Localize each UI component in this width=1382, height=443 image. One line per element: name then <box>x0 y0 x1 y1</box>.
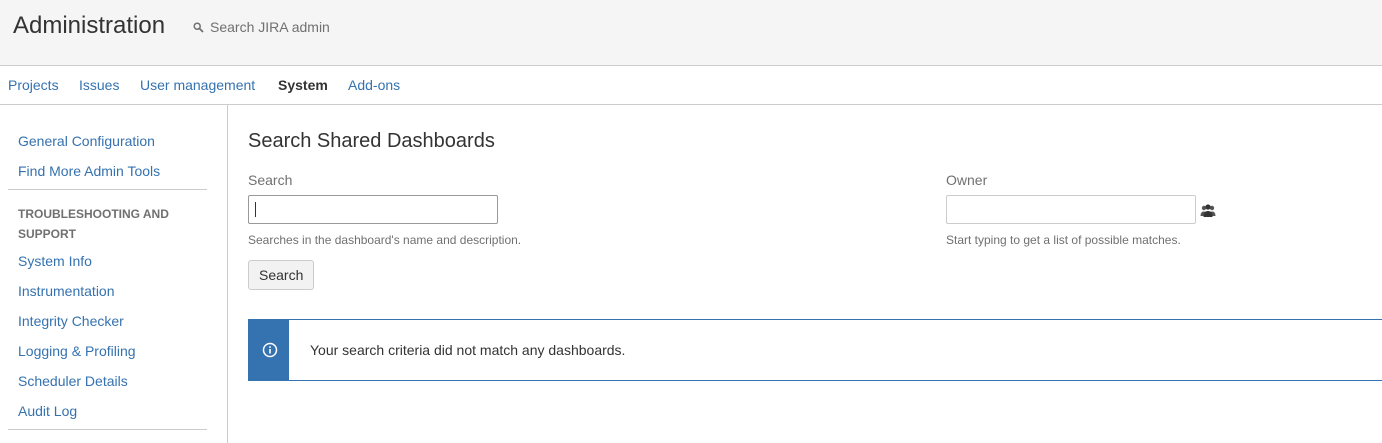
owner-input[interactable] <box>946 195 1196 224</box>
message-text: Your search criteria did not match any d… <box>310 342 626 358</box>
admin-search[interactable]: Search JIRA admin <box>193 17 330 37</box>
sidebar-item-logging-profiling[interactable]: Logging & Profiling <box>18 343 136 359</box>
sidebar-divider <box>8 429 207 430</box>
search-input[interactable] <box>248 195 498 224</box>
page-title: Search Shared Dashboards <box>248 130 495 152</box>
admin-search-placeholder: Search JIRA admin <box>210 19 330 35</box>
search-icon <box>193 21 210 33</box>
tab-add-ons[interactable]: Add-ons <box>348 77 400 93</box>
sidebar-item-audit-log[interactable]: Audit Log <box>18 403 77 419</box>
sidebar-item-find-more-admin-tools[interactable]: Find More Admin Tools <box>18 163 160 179</box>
users-icon[interactable] <box>1200 203 1216 218</box>
sidebar-item-integrity-checker[interactable]: Integrity Checker <box>18 313 124 329</box>
sidebar-section-heading: TROUBLESHOOTING AND SUPPORT <box>18 207 169 241</box>
admin-header: Administration Search JIRA admin <box>0 0 1382 66</box>
sidebar-item-instrumentation[interactable]: Instrumentation <box>18 283 115 299</box>
tab-issues[interactable]: Issues <box>79 77 119 93</box>
search-field-label: Search <box>248 172 293 188</box>
tab-projects[interactable]: Projects <box>8 77 59 93</box>
search-hint: Searches in the dashboard's name and des… <box>248 233 522 247</box>
page-header-title: Administration <box>13 12 166 39</box>
owner-field-label: Owner <box>946 172 988 188</box>
sidebar-item-general-configuration[interactable]: General Configuration <box>18 133 155 149</box>
sidebar: General Configuration Find More Admin To… <box>0 105 228 443</box>
sidebar-item-system-info[interactable]: System Info <box>18 253 92 269</box>
admin-nav: Projects Issues User management System A… <box>0 66 1382 105</box>
info-message: Your search criteria did not match any d… <box>248 319 1382 381</box>
sidebar-divider <box>8 189 207 190</box>
search-button[interactable]: Search <box>248 260 315 290</box>
tab-user-management[interactable]: User management <box>140 77 255 93</box>
sidebar-item-scheduler-details[interactable]: Scheduler Details <box>18 373 128 389</box>
tab-system[interactable]: System <box>278 77 328 93</box>
text-caret <box>255 202 256 217</box>
owner-hint: Start typing to get a list of possible m… <box>946 233 1181 247</box>
info-icon <box>262 342 278 358</box>
